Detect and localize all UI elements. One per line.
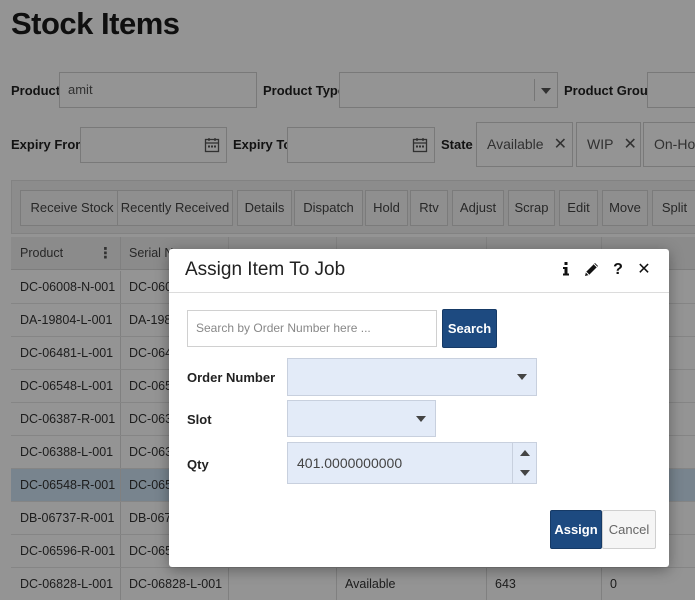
modal-title: Assign Item To Job: [185, 259, 346, 280]
help-icon[interactable]: ?: [610, 261, 626, 279]
qty-input[interactable]: 401.0000000000: [287, 442, 537, 484]
modal-header: Assign Item To Job ? ✕: [169, 249, 669, 293]
qty-label: Qty: [187, 457, 209, 472]
chevron-down-icon: [517, 374, 527, 380]
search-button[interactable]: Search: [442, 309, 497, 348]
slot-label: Slot: [187, 412, 212, 427]
order-number-label: Order Number: [187, 370, 276, 385]
pencil-icon[interactable]: [583, 261, 599, 279]
slot-select[interactable]: [287, 400, 436, 437]
order-search-input[interactable]: Search by Order Number here ...: [187, 310, 437, 347]
decrement-arrow-icon[interactable]: [520, 470, 530, 476]
info-icon[interactable]: [558, 261, 574, 279]
qty-value: 401.0000000000: [297, 455, 403, 471]
qty-spinner: [512, 443, 536, 483]
assign-item-modal: Assign Item To Job ? ✕ Search by Order N…: [169, 249, 669, 567]
close-icon[interactable]: ✕: [636, 261, 652, 279]
cancel-button[interactable]: Cancel: [602, 510, 656, 549]
assign-button[interactable]: Assign: [550, 510, 602, 549]
order-number-select[interactable]: [287, 358, 537, 396]
chevron-down-icon: [416, 416, 426, 422]
increment-arrow-icon[interactable]: [520, 450, 530, 456]
